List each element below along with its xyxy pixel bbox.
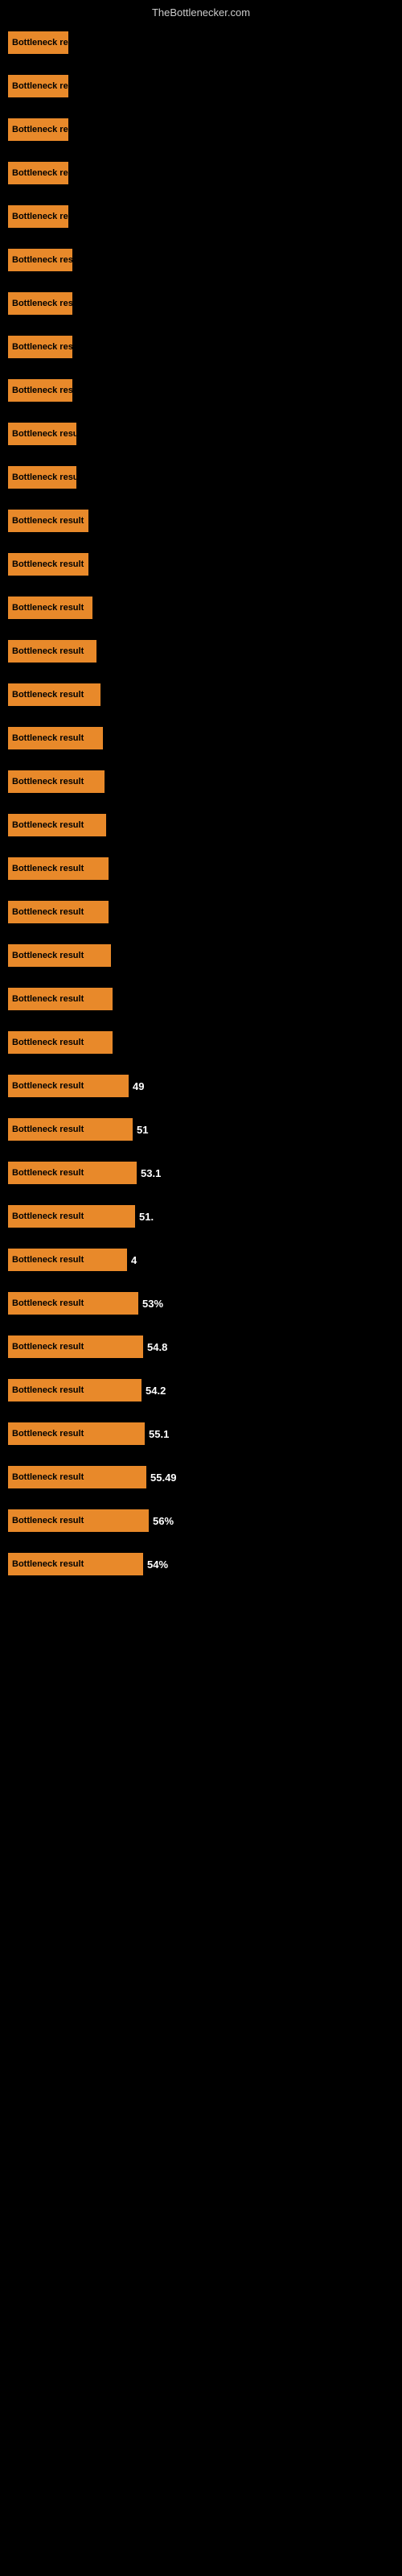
bar-row: Bottleneck result 49 xyxy=(8,1065,386,1107)
bar-value: 55.1 xyxy=(149,1428,169,1440)
bar-row: Bottleneck result 51 xyxy=(8,1108,386,1150)
bar-value: 56% xyxy=(153,1515,174,1527)
bar-value: 51 xyxy=(137,1124,148,1136)
bar-row: Bottleneck result xyxy=(8,804,386,846)
bar-value: 54.2 xyxy=(146,1385,166,1397)
bar-row: Bottleneck result xyxy=(8,1022,386,1063)
bar-row: Bottleneck result 55.49 xyxy=(8,1456,386,1498)
bar-value: 4 xyxy=(131,1254,137,1266)
bar-row: Bottleneck result 55.1 xyxy=(8,1413,386,1455)
bar-row: Bottleneck result 53.1 xyxy=(8,1152,386,1194)
bar-row: Bottleneck resu xyxy=(8,413,386,455)
bar-label: Bottleneck result xyxy=(8,1205,135,1228)
bar-label: Bottleneck result xyxy=(8,944,111,967)
bar-row: Bottleneck res xyxy=(8,196,386,237)
bar-row: Bottleneck resu xyxy=(8,326,386,368)
bar-row: Bottleneck result 53% xyxy=(8,1282,386,1324)
bar-label: Bottleneck res xyxy=(8,118,68,141)
bar-row: Bottleneck result xyxy=(8,761,386,803)
bar-row: Bottleneck result xyxy=(8,978,386,1020)
bar-label: Bottleneck result xyxy=(8,1292,138,1315)
bar-label: Bottleneck result xyxy=(8,1335,143,1358)
bar-row: Bottleneck result xyxy=(8,587,386,629)
bar-label: Bottleneck result xyxy=(8,1509,149,1532)
bar-label: Bottleneck result xyxy=(8,727,103,749)
bar-row: Bottleneck result 4 xyxy=(8,1239,386,1281)
bar-row: Bottleneck result xyxy=(8,630,386,672)
bar-label: Bottleneck result xyxy=(8,1249,127,1271)
bar-row: Bottleneck res xyxy=(8,283,386,324)
bar-label: Bottleneck resu xyxy=(8,336,72,358)
bar-label: Bottleneck result xyxy=(8,1553,143,1575)
bar-label: Bottleneck res xyxy=(8,162,68,184)
bar-value: 53% xyxy=(142,1298,163,1310)
bar-label: Bottleneck result xyxy=(8,1118,133,1141)
bar-label: Bottleneck result xyxy=(8,1379,142,1402)
bar-row: Bottleneck res xyxy=(8,152,386,194)
chart-area: Bottleneck re Bottleneck res Bottleneck re… xyxy=(0,22,402,1603)
bar-row: Bottleneck result 54.8 xyxy=(8,1326,386,1368)
bar-label: Bottleneck resu xyxy=(8,379,72,402)
bar-row: Bottleneck result 54% xyxy=(8,1543,386,1585)
bar-value: 54% xyxy=(147,1558,168,1571)
bar-label: Bottleneck resu xyxy=(8,249,72,271)
bar-row: Bottleneck result 56% xyxy=(8,1500,386,1542)
bar-row: Bottleneck result xyxy=(8,674,386,716)
bar-label: Bottleneck result xyxy=(8,553,88,576)
site-title: TheBottlenecker.com xyxy=(0,0,402,22)
bar-label: Bottleneck result xyxy=(8,1466,146,1488)
bar-row: Bottleneck result xyxy=(8,848,386,890)
bar-value: 54.8 xyxy=(147,1341,167,1353)
bar-value: 55.49 xyxy=(150,1472,177,1484)
bar-label: Bottleneck result xyxy=(8,1422,145,1445)
bar-row: Bottleneck result xyxy=(8,935,386,976)
bar-label: Bottleneck result xyxy=(8,814,106,836)
bar-value: 53.1 xyxy=(141,1167,161,1179)
bar-row: Bottleneck re xyxy=(8,22,386,64)
bar-label: Bottleneck result xyxy=(8,1031,113,1054)
bar-row: Bottleneck result xyxy=(8,891,386,933)
bar-row: Bottleneck result 51. xyxy=(8,1195,386,1237)
bar-row: Bottleneck res xyxy=(8,109,386,151)
bar-row: Bottleneck result xyxy=(8,500,386,542)
bar-row: Bottleneck result xyxy=(8,543,386,585)
bar-label: Bottleneck result xyxy=(8,510,88,532)
bar-row: Bottleneck result xyxy=(8,717,386,759)
bar-label: Bottleneck result xyxy=(8,683,100,706)
bar-row: Bottleneck resu xyxy=(8,239,386,281)
bar-label: Bottleneck result xyxy=(8,1162,137,1184)
bar-label: Bottleneck res xyxy=(8,75,68,97)
bar-label: Bottleneck resu xyxy=(8,466,76,489)
bar-label: Bottleneck res xyxy=(8,205,68,228)
bar-label: Bottleneck result xyxy=(8,901,109,923)
bar-label: Bottleneck result xyxy=(8,1075,129,1097)
bar-label: Bottleneck re xyxy=(8,31,68,54)
bar-label: Bottleneck resu xyxy=(8,423,76,445)
bar-label: Bottleneck result xyxy=(8,597,92,619)
bar-row: Bottleneck resu xyxy=(8,456,386,498)
bar-label: Bottleneck result xyxy=(8,640,96,663)
bar-label: Bottleneck res xyxy=(8,292,72,315)
bar-row: Bottleneck resu xyxy=(8,369,386,411)
bar-label: Bottleneck result xyxy=(8,770,105,793)
bar-value: 51. xyxy=(139,1211,154,1223)
bar-label: Bottleneck result xyxy=(8,988,113,1010)
bar-row: Bottleneck result 54.2 xyxy=(8,1369,386,1411)
bar-row: Bottleneck res xyxy=(8,65,386,107)
bar-value: 49 xyxy=(133,1080,144,1092)
bar-label: Bottleneck result xyxy=(8,857,109,880)
